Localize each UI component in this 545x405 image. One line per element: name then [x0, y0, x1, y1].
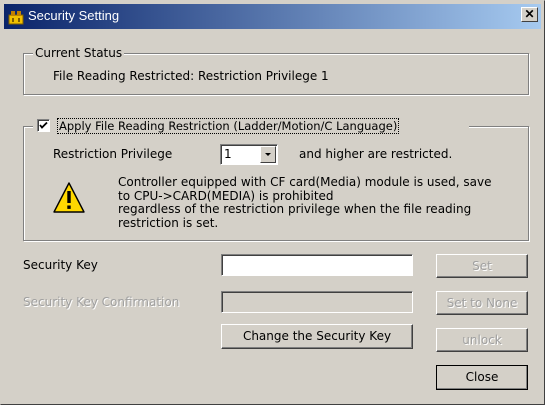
dropdown-button[interactable] — [260, 146, 276, 163]
change-security-key-button[interactable]: Change the Security Key — [221, 324, 413, 349]
warning-message: Controller equipped with CF card(Media) … — [118, 175, 492, 230]
security-setting-dialog: Security Setting ✕ Current Status File R… — [0, 0, 545, 405]
warning-line: regardless of the restriction privilege … — [118, 202, 472, 216]
apply-restriction-label[interactable]: Apply File Reading Restriction (Ladder/M… — [57, 118, 400, 134]
set-button[interactable]: Set — [436, 254, 528, 278]
title-bar[interactable]: Security Setting ✕ — [4, 4, 541, 29]
security-key-confirmation-input[interactable] — [221, 291, 413, 313]
check-icon — [39, 121, 48, 129]
set-to-none-button[interactable]: Set to None — [436, 291, 528, 315]
current-status-legend: Current Status — [33, 46, 125, 60]
chevron-down-icon — [265, 153, 271, 156]
security-key-confirmation-label: Security Key Confirmation — [23, 295, 180, 309]
privilege-suffix-text: and higher are restricted. — [299, 147, 453, 161]
unlock-button[interactable]: unlock — [436, 328, 528, 352]
security-key-label: Security Key — [23, 258, 98, 272]
restriction-legend: Apply File Reading Restriction (Ladder/M… — [33, 118, 469, 134]
close-button[interactable]: Close — [436, 365, 528, 390]
warning-line: to CPU->CARD(MEDIA) is prohibited — [118, 188, 334, 203]
security-key-input[interactable] — [221, 254, 413, 276]
restriction-privilege-select[interactable]: 1 — [220, 144, 278, 165]
warning-line: restriction is set. — [118, 215, 219, 230]
restriction-privilege-value: 1 — [224, 147, 232, 161]
warning-icon — [53, 182, 85, 213]
restriction-privilege-label: Restriction Privilege — [53, 147, 173, 161]
window-title: Security Setting — [28, 8, 120, 23]
app-icon — [8, 11, 24, 25]
close-icon: ✕ — [524, 7, 535, 21]
warning-line: Controller equipped with CF card(Media) … — [118, 175, 492, 189]
apply-restriction-checkbox[interactable] — [37, 119, 50, 132]
current-status-text: File Reading Restricted: Restriction Pri… — [53, 69, 329, 83]
close-window-button[interactable]: ✕ — [521, 7, 538, 22]
